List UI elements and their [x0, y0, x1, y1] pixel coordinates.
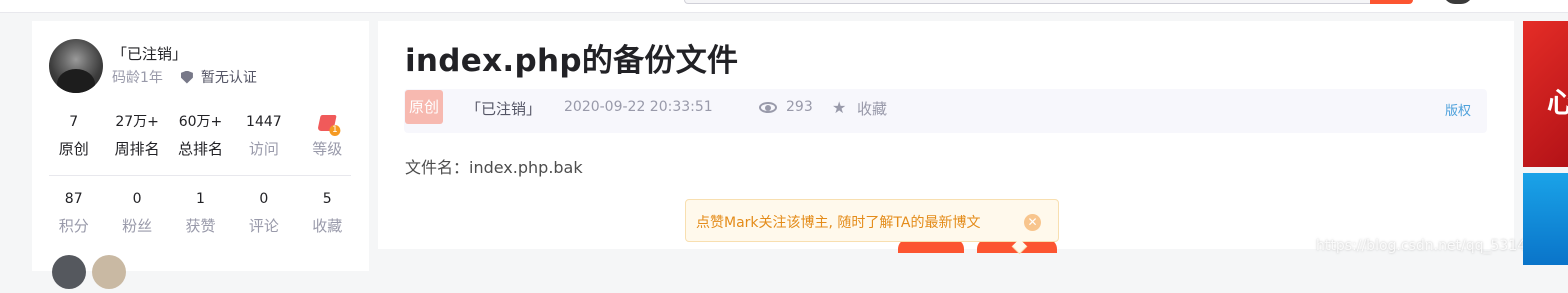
user-avatar-mini[interactable] [1443, 0, 1473, 4]
search-input[interactable] [684, 0, 1376, 4]
top-navbar [0, 0, 1568, 13]
stat-label: 收藏 [312, 217, 343, 235]
article-title: index.php的备份文件 [405, 43, 739, 79]
profile-username[interactable]: 「已注销」 [112, 43, 187, 64]
fan-avatars [52, 255, 132, 293]
stat-label: 访问 [248, 140, 279, 158]
stat-weekly-rank: 27万+ 周排名 [105, 111, 168, 161]
sidebar-ad-red[interactable]: 心 [1523, 21, 1568, 167]
stat-value: 60万+ [178, 114, 223, 130]
stat-value: 0 [259, 191, 269, 207]
divider [49, 175, 351, 176]
star-icon[interactable]: ★ [832, 99, 846, 117]
stat-visits: 1447 访问 [232, 111, 295, 161]
favorite-button[interactable]: 收藏 [857, 98, 887, 119]
stat-value: 1447 [246, 114, 282, 130]
stat-label: 等级 [312, 140, 343, 158]
stat-label: 积分 [58, 217, 89, 235]
stat-label: 评论 [248, 217, 279, 235]
stat-value: 1 [196, 191, 205, 207]
publish-date: 2020-09-22 20:33:51 [564, 99, 713, 115]
stats-row-2: 87 积分 0 粉丝 1 获赞 0 评论 5 收藏 [42, 188, 359, 238]
stat-original[interactable]: 7 原创 [42, 111, 105, 161]
stat-value: 27万+ [115, 114, 159, 130]
toast-message: 点赞Mark关注该博主, 随时了解TA的最新博文 [696, 215, 981, 231]
article-info-bar: 原创 「已注销」 2020-09-22 20:33:51 293 ★ 收藏 版权 [404, 89, 1487, 133]
close-icon[interactable]: ✕ [1024, 214, 1041, 231]
stat-value: 7 [69, 114, 79, 130]
search-button[interactable] [1370, 0, 1413, 4]
code-age: 码龄1年 [112, 70, 163, 86]
fan-avatar[interactable] [52, 255, 86, 289]
stats-row-1: 7 原创 27万+ 周排名 60万+ 总排名 1447 访问 等级 [42, 111, 359, 161]
level-badge-icon [317, 115, 337, 131]
stat-likes: 1 获赞 [169, 188, 232, 238]
stat-label: 获赞 [185, 217, 216, 235]
stat-label: 原创 [58, 140, 89, 158]
stat-points: 87 积分 [42, 188, 105, 238]
author-profile-card: 「已注销」 码龄1年 暂无认证 7 原创 27万+ 周排名 60万+ 总排名 1… [32, 21, 369, 289]
stat-favorites: 5 收藏 [296, 188, 359, 238]
original-badge: 原创 [405, 90, 443, 124]
follow-tip-toast: 点赞Mark关注该博主, 随时了解TA的最新博文 ✕ [685, 199, 1059, 255]
sidebar-ad-blue[interactable] [1523, 173, 1568, 265]
article-author[interactable]: 「已注销」 [466, 98, 541, 119]
stat-value [296, 111, 359, 133]
stat-value: 5 [322, 191, 332, 207]
stat-value: 87 [64, 191, 83, 207]
stat-total-rank: 60万+ 总排名 [169, 111, 232, 161]
profile-meta: 码龄1年 暂无认证 [112, 67, 257, 87]
stat-label: 周排名 [114, 140, 160, 158]
stat-label: 粉丝 [122, 217, 153, 235]
copyright-link[interactable]: 版权 [1445, 100, 1471, 119]
stat-value: 0 [132, 191, 142, 207]
fan-avatar[interactable] [92, 255, 126, 289]
view-count: 293 [786, 99, 813, 115]
ad-text: 心 [1547, 86, 1568, 119]
article-content: 文件名：index.php.bak [405, 158, 583, 177]
certification-status: 暂无认证 [200, 70, 257, 86]
stat-fans[interactable]: 0 粉丝 [105, 188, 168, 238]
eye-icon [759, 102, 777, 113]
shield-check-icon [180, 70, 193, 84]
stat-label: 总排名 [177, 140, 223, 158]
avatar[interactable] [49, 39, 103, 93]
stat-level[interactable]: 等级 [296, 111, 359, 161]
stat-comments: 0 评论 [232, 188, 295, 238]
